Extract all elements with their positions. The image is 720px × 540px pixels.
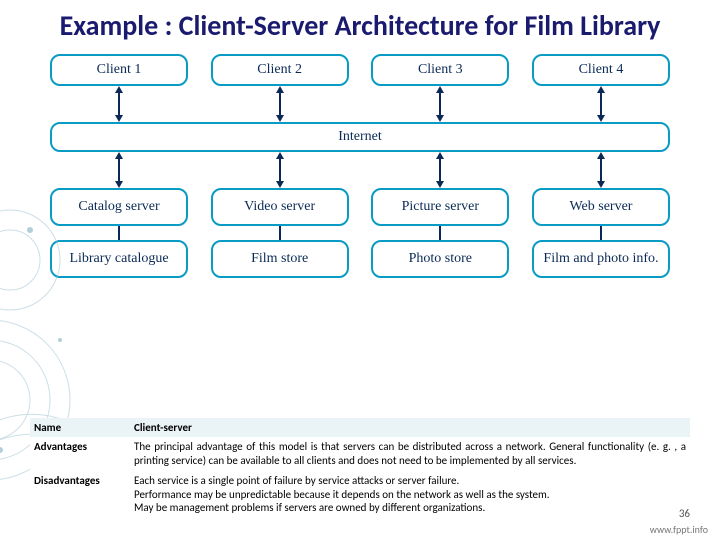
double-arrow-icon [273, 152, 287, 188]
line-icon [279, 226, 281, 240]
internet-node: Internet [50, 122, 670, 152]
row-value: Client-server [130, 418, 690, 438]
web-server-node: Web server [532, 188, 670, 226]
architecture-diagram: Client 1 Client 2 Client 3 Client 4 Inte… [50, 54, 670, 278]
double-arrow-icon [273, 86, 287, 122]
page-title: Example : Client-Server Architecture for… [0, 0, 720, 50]
line-icon [118, 226, 120, 240]
row-value: Each service is a single point of failur… [130, 471, 690, 518]
store-row: Library catalogue Film store Photo store… [50, 240, 670, 278]
film-photo-info-node: Film and photo info. [532, 240, 670, 278]
double-arrow-icon [112, 86, 126, 122]
double-arrow-icon [433, 152, 447, 188]
row-label: Advantages [30, 437, 130, 471]
table-row: Advantages The principal advantage of th… [30, 437, 690, 471]
server-row: Catalog server Video server Picture serv… [50, 188, 670, 226]
line-icon [439, 226, 441, 240]
client-row: Client 1 Client 2 Client 3 Client 4 [50, 54, 670, 86]
client-3-node: Client 3 [371, 54, 509, 86]
film-store-node: Film store [211, 240, 349, 278]
row-value: The principal advantage of this model is… [130, 437, 690, 471]
client-2-node: Client 2 [211, 54, 349, 86]
server-store-lines [50, 226, 670, 240]
double-arrow-icon [433, 86, 447, 122]
client-internet-arrows [50, 86, 670, 122]
photo-store-node: Photo store [371, 240, 509, 278]
row-label: Name [30, 418, 130, 438]
page-number: 36 [679, 507, 690, 520]
picture-server-node: Picture server [371, 188, 509, 226]
line-icon [600, 226, 602, 240]
row-label: Disadvantages [30, 471, 130, 518]
catalog-server-node: Catalog server [50, 188, 188, 226]
double-arrow-icon [594, 86, 608, 122]
double-arrow-icon [594, 152, 608, 188]
table-row: Disadvantages Each service is a single p… [30, 471, 690, 518]
client-1-node: Client 1 [50, 54, 188, 86]
video-server-node: Video server [211, 188, 349, 226]
client-4-node: Client 4 [532, 54, 670, 86]
library-catalogue-node: Library catalogue [50, 240, 188, 278]
internet-server-arrows [50, 152, 670, 188]
footer-link: www.fppt.info [650, 523, 708, 536]
table-row: Name Client-server [30, 418, 690, 438]
double-arrow-icon [112, 152, 126, 188]
properties-table: Name Client-server Advantages The princi… [30, 418, 690, 519]
